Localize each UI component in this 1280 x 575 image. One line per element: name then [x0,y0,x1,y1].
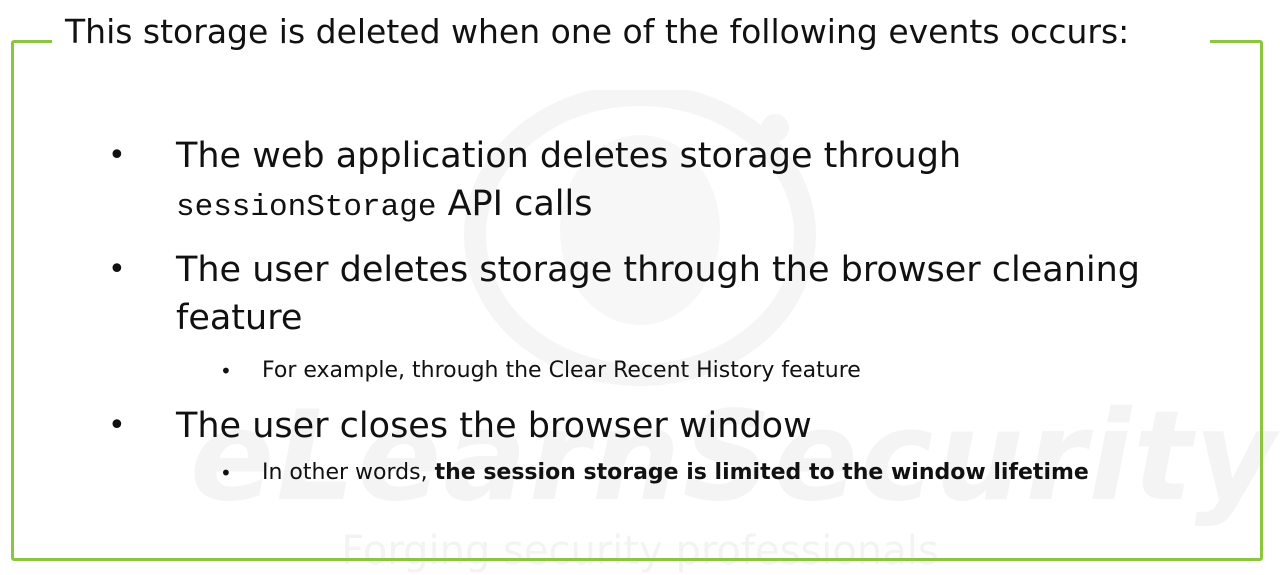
bullet-list: • The web application deletes storage th… [0,132,1280,504]
inline-code: sessionStorage [176,190,437,225]
bullet-item: • The user closes the browser window [0,402,1280,450]
sub-bullet-prefix: In other words, [262,460,428,485]
bullet-dot-icon: • [108,252,126,287]
bullet-text-suffix: API calls [447,184,593,224]
slide: eLearnSecurity Forging security professi… [0,0,1280,575]
intro-text: This storage is deleted when one of the … [65,12,1130,51]
sub-bullet-emphasis: the session storage is limited to the wi… [434,460,1089,485]
bullet-dot-icon: • [108,138,126,173]
bullet-text: The web application deletes storage thro… [176,136,962,176]
bullet-text: The user closes the browser window [176,406,812,446]
sub-bullet-dot-icon: • [220,359,232,383]
bullet-item: • The user deletes storage through the b… [0,246,1280,342]
sub-bullet-text: For example, through the Clear Recent Hi… [262,358,861,383]
bullet-text: The user deletes storage through the bro… [176,250,1141,338]
sub-bullet-item: • In other words, the session storage is… [0,458,1280,488]
sub-bullet-item: • For example, through the Clear Recent … [0,356,1280,386]
sub-bullet-dot-icon: • [220,461,232,485]
bullet-item: • The web application deletes storage th… [0,132,1280,232]
bullet-dot-icon: • [108,408,126,443]
